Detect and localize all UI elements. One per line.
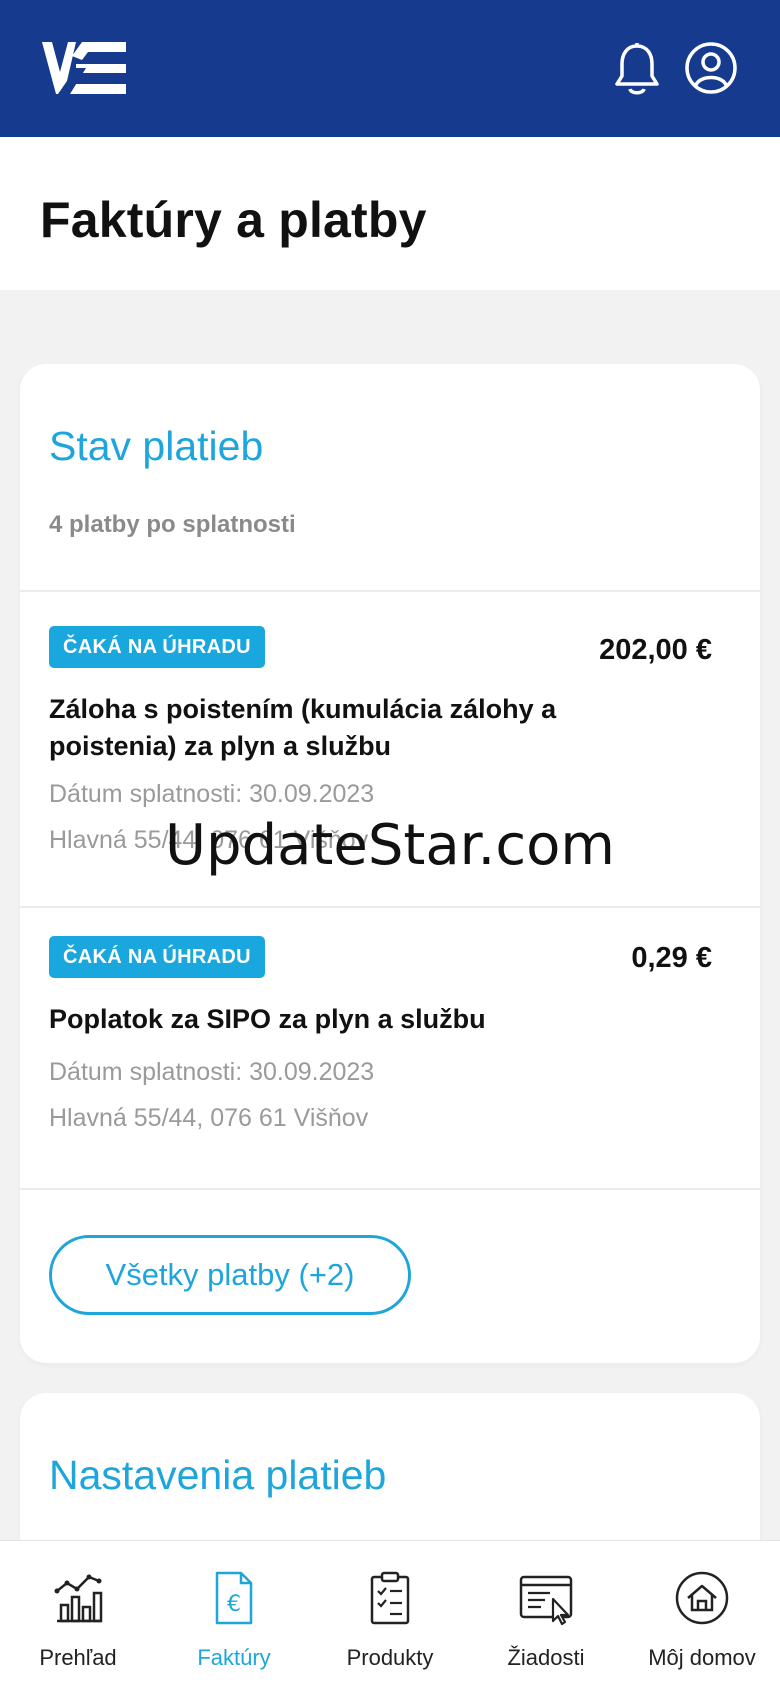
page-title: Faktúry a platby (40, 192, 427, 248)
bottom-nav: Prehľad € Faktúry Produkty Žiadosti Môj … (0, 1540, 780, 1691)
payment-settings-title: Nastavenia platieb (49, 1452, 387, 1498)
payment-item[interactable]: ČAKÁ NA ÚHRADU 0,29 € Poplatok za SIPO z… (20, 906, 760, 1186)
bell-icon[interactable] (612, 42, 662, 98)
divider (20, 1188, 760, 1190)
payment-due-date: Dátum splatnosti: 30.09.2023 (49, 780, 375, 808)
page-header: Faktúry a platby (0, 137, 780, 290)
status-badge: ČAKÁ NA ÚHRADU (49, 626, 265, 668)
payment-amount: 0,29 € (631, 942, 712, 974)
user-circle-icon[interactable] (684, 41, 738, 95)
top-bar (0, 0, 780, 137)
nav-item-moj-domov[interactable]: Môj domov (624, 1541, 780, 1691)
payment-status-title: Stav platieb (49, 423, 264, 469)
nav-item-produkty[interactable]: Produkty (312, 1541, 468, 1691)
home-icon (675, 1571, 729, 1625)
payment-status-card: Stav platieb 4 platby po splatnosti ČAKÁ… (20, 364, 760, 1363)
payment-amount: 202,00 € (599, 634, 712, 666)
nav-label: Žiadosti (507, 1645, 585, 1670)
nav-item-ziadosti[interactable]: Žiadosti (468, 1541, 624, 1691)
payment-address: Hlavná 55/44, 076 61 Višňov (49, 826, 369, 854)
invoice-euro-icon: € (215, 1571, 253, 1625)
requests-window-icon (519, 1575, 573, 1626)
nav-label: Prehľad (39, 1645, 117, 1670)
nav-item-faktury[interactable]: € Faktúry (156, 1541, 312, 1691)
status-badge: ČAKÁ NA ÚHRADU (49, 936, 265, 978)
payment-name: Záloha s poistením (kumulácia zálohy a p… (49, 694, 557, 761)
nav-label: Produkty (346, 1645, 434, 1670)
payment-due-date: Dátum splatnosti: 30.09.2023 (49, 1058, 375, 1086)
all-payments-button[interactable]: Všetky platby (+2) (49, 1235, 411, 1315)
svg-text:€: € (227, 1592, 241, 1617)
payment-name: Poplatok za SIPO za plyn a službu (49, 1004, 486, 1034)
vse-logo[interactable] (42, 42, 126, 94)
overdue-count: 4 platby po splatnosti (49, 511, 296, 538)
clipboard-checklist-icon (370, 1571, 410, 1625)
nav-label: Môj domov (648, 1645, 756, 1670)
payment-address: Hlavná 55/44, 076 61 Višňov (49, 1104, 369, 1132)
nav-item-prehlad[interactable]: Prehľad (0, 1541, 156, 1691)
nav-label: Faktúry (197, 1645, 271, 1670)
payment-item[interactable]: ČAKÁ NA ÚHRADU 202,00 € Záloha s poisten… (20, 590, 760, 906)
chart-icon (54, 1574, 103, 1623)
